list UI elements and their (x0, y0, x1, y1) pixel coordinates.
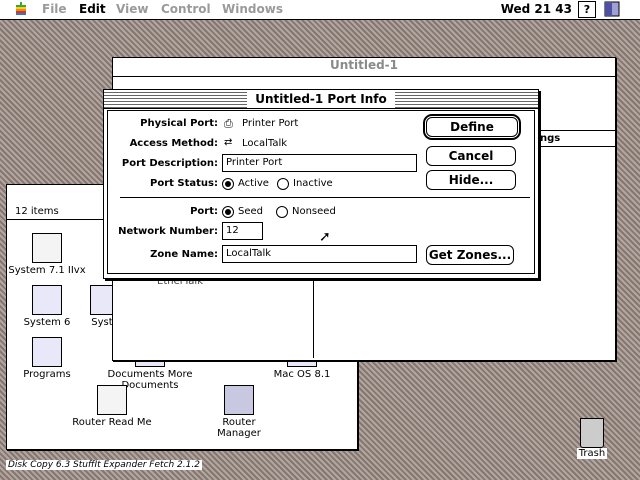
menu-clock[interactable]: Wed 21 43 (501, 2, 572, 16)
zone-name-field[interactable]: LocalTalk (222, 245, 417, 263)
trash-desktop-icon[interactable]: Trash (574, 418, 610, 459)
desktop-bottom-strip[interactable]: Disk Copy 6.3 StuffIt Expander Fetch 2.1… (6, 460, 202, 470)
port-seed-radio[interactable] (222, 206, 234, 218)
port-nonseed-label[interactable]: Nonseed (292, 206, 336, 217)
get-zones-button[interactable]: Get Zones... (426, 245, 514, 265)
column-header: ngs (538, 130, 615, 147)
mouse-pointer-icon: ➚ (319, 229, 331, 245)
define-button[interactable]: Define (423, 114, 521, 140)
port-description-field[interactable]: Printer Port (222, 154, 417, 172)
port-seed-label[interactable]: Seed (238, 206, 263, 217)
port-info-dialog: Untitled-1 Port Info Physical Port: ⎙ Pr… (103, 89, 539, 279)
port-description-label: Port Description: (121, 158, 218, 169)
application-icon (224, 385, 254, 415)
access-method-label: Access Method: (129, 138, 218, 149)
access-method-value: LocalTalk (242, 138, 288, 149)
status-active-radio[interactable] (222, 178, 234, 190)
status-inactive-radio[interactable] (277, 178, 289, 190)
dialog-title: Untitled-1 Port Info (247, 90, 395, 108)
status-inactive-label[interactable]: Inactive (293, 178, 333, 189)
untitled-titlebar[interactable]: Untitled-1 (113, 58, 615, 77)
trash-icon (580, 418, 604, 448)
cancel-button[interactable]: Cancel (426, 146, 516, 166)
dialog-titlebar[interactable]: Untitled-1 Port Info (104, 90, 538, 109)
document-icon (32, 233, 62, 263)
document-icon (97, 385, 127, 415)
dialog-divider (120, 197, 530, 198)
finder-icon-system-71[interactable]: System 7.1 IIvx (7, 233, 87, 276)
folder-icon (32, 285, 62, 315)
dialog-content: Physical Port: ⎙ Printer Port Access Met… (107, 110, 535, 274)
network-number-field[interactable]: 12 (222, 222, 263, 240)
finder-icon-router-manager[interactable]: Router Manager (199, 385, 279, 439)
finder-icon-router-read-me[interactable]: Router Read Me (72, 385, 152, 428)
apple-menu-icon[interactable] (14, 2, 28, 16)
network-number-label: Network Number: (118, 226, 218, 237)
help-icon[interactable]: ? (578, 1, 596, 18)
zone-name-label: Zone Name: (150, 249, 218, 260)
menu-windows[interactable]: Windows (222, 2, 283, 16)
finder-app-icon[interactable] (604, 1, 620, 17)
port-label: Port: (190, 206, 218, 217)
menu-bar: File Edit View Control Windows Wed 21 43… (0, 0, 640, 20)
trash-label: Trash (576, 448, 608, 459)
localtalk-icon: ⇄ (224, 137, 233, 148)
status-active-label[interactable]: Active (238, 178, 269, 189)
menu-control[interactable]: Control (161, 2, 211, 16)
port-nonseed-radio[interactable] (276, 206, 288, 218)
printer-port-icon: ⎙ (224, 117, 233, 130)
menu-file[interactable]: File (42, 2, 67, 16)
port-status-label: Port Status: (150, 178, 218, 189)
physical-port-value: Printer Port (242, 118, 299, 129)
folder-icon (32, 337, 62, 367)
hide-button[interactable]: Hide... (426, 170, 516, 190)
menu-view[interactable]: View (116, 2, 148, 16)
menu-edit[interactable]: Edit (79, 2, 106, 16)
physical-port-label: Physical Port: (140, 118, 218, 129)
finder-icon-programs[interactable]: Programs (7, 337, 87, 380)
